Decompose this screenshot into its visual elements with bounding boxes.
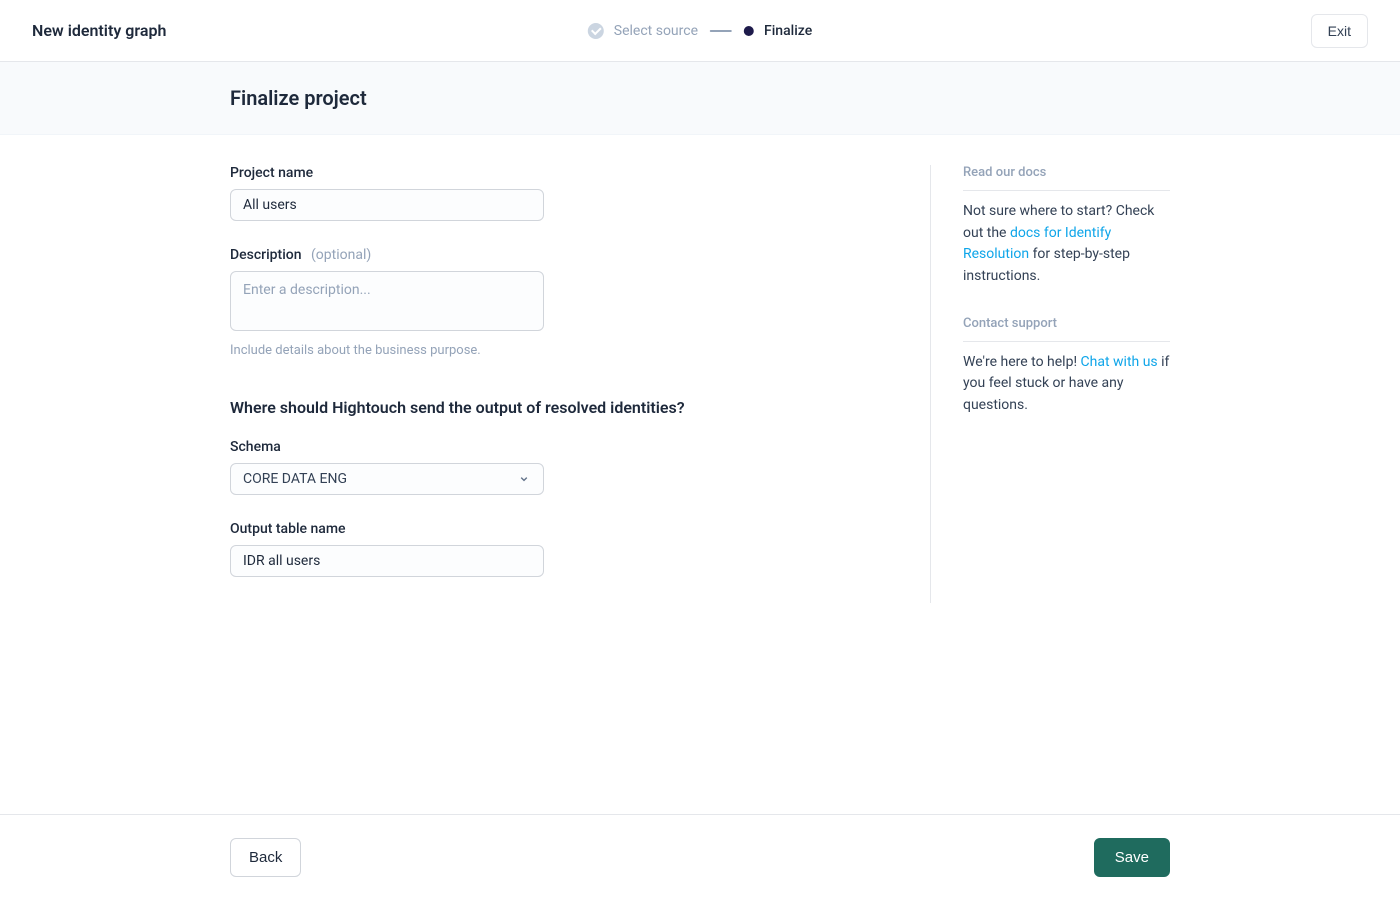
schema-field: Schema CORE DATA ENG — [230, 439, 898, 495]
step-finalize: Finalize — [744, 23, 812, 39]
subheader: Finalize project — [0, 62, 1400, 135]
support-block: Contact support We're here to help! Chat… — [963, 316, 1170, 417]
description-label: Description (optional) — [230, 247, 898, 263]
step-select-source[interactable]: Select source — [588, 23, 698, 39]
schema-select[interactable]: CORE DATA ENG — [230, 463, 544, 495]
docs-block: Read our docs Not sure where to start? C… — [963, 165, 1170, 288]
form-column: Project name Description (optional) Incl… — [230, 165, 898, 603]
section-heading: Finalize project — [230, 86, 1170, 110]
description-helper: Include details about the business purpo… — [230, 343, 898, 358]
dot-icon — [744, 26, 754, 36]
step-connector — [710, 30, 732, 32]
step-label: Finalize — [764, 23, 812, 39]
support-title: Contact support — [963, 316, 1170, 342]
chevron-down-icon — [517, 472, 531, 486]
help-sidebar: Read our docs Not sure where to start? C… — [930, 165, 1170, 603]
output-table-field: Output table name — [230, 521, 898, 577]
docs-text: Not sure where to start? Check out the d… — [963, 201, 1170, 288]
output-table-label: Output table name — [230, 521, 898, 537]
schema-value: CORE DATA ENG — [243, 471, 517, 487]
step-label: Select source — [614, 23, 698, 39]
support-text-before: We're here to help! — [963, 354, 1081, 370]
chat-link[interactable]: Chat with us — [1081, 354, 1158, 370]
check-circle-icon — [588, 23, 604, 39]
page-title: New identity graph — [32, 21, 166, 40]
description-textarea[interactable] — [230, 271, 544, 331]
project-name-input[interactable] — [230, 189, 544, 221]
project-name-label: Project name — [230, 165, 898, 181]
back-button[interactable]: Back — [230, 838, 301, 877]
exit-button[interactable]: Exit — [1311, 14, 1368, 48]
top-bar: New identity graph Select source Finaliz… — [0, 0, 1400, 62]
description-label-text: Description — [230, 247, 302, 263]
save-button[interactable]: Save — [1094, 838, 1170, 877]
output-section-heading: Where should Hightouch send the output o… — [230, 398, 898, 417]
stepper: Select source Finalize — [588, 23, 812, 39]
schema-label: Schema — [230, 439, 898, 455]
docs-title: Read our docs — [963, 165, 1170, 191]
optional-tag: (optional) — [311, 247, 371, 263]
description-field: Description (optional) Include details a… — [230, 247, 898, 358]
project-name-field: Project name — [230, 165, 898, 221]
footer: Back Save — [0, 814, 1400, 900]
output-table-input[interactable] — [230, 545, 544, 577]
support-text: We're here to help! Chat with us if you … — [963, 352, 1170, 417]
